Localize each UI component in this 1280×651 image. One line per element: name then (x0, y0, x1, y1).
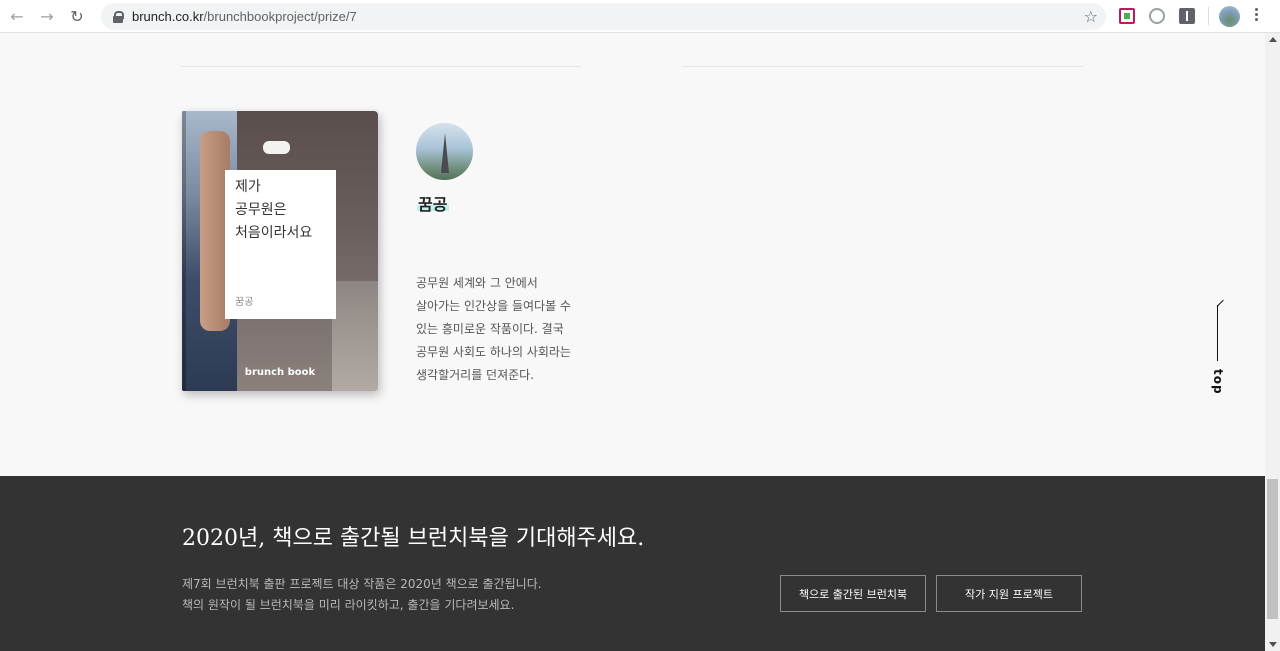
forward-icon[interactable]: → (34, 3, 60, 29)
footer-headline: 2020년, 책으로 출간될 브런치북을 기대해주세요. (182, 526, 645, 551)
top-arrow-icon (1216, 299, 1224, 307)
profile-avatar-icon[interactable] (1219, 6, 1240, 27)
url-path: /brunchbookproject/prize/7 (203, 9, 357, 24)
extension-icon[interactable] (1179, 8, 1195, 24)
footer-description-line: 제7회 브런치북 출판 프로젝트 대상 작품은 2020년 책으로 출간됩니다. (182, 577, 542, 591)
eiffel-tower-icon (441, 133, 449, 173)
url-text[interactable]: brunch.co.kr/brunchbookproject/prize/7 (132, 9, 357, 24)
lock-icon[interactable] (113, 10, 124, 23)
book-description: 공무원 세계와 그 안에서 살아가는 인간상을 들여다볼 수 있는 흥미로운 작… (416, 276, 571, 382)
brunch-book-logo: brunch book (244, 367, 316, 378)
book-title-card: 제가 공무원은 처음이라서요 꿈공 (225, 170, 336, 319)
section-divider (682, 66, 1083, 67)
scroll-down-icon[interactable] (1269, 642, 1277, 647)
extension-icon[interactable] (1149, 8, 1165, 24)
footer-description: 제7회 브런치북 출판 프로젝트 대상 작품은 2020년 책으로 출간됩니다.… (182, 574, 542, 616)
section-divider (181, 66, 581, 67)
footer-description-line: 책의 원작이 될 브런치북을 미리 라이킷하고, 출간을 기다려보세요. (182, 598, 515, 612)
scrollbar-thumb[interactable] (1267, 479, 1278, 619)
browser-menu-icon[interactable] (1255, 8, 1259, 24)
book-title-line: 공무원은 (235, 202, 287, 218)
extension-icon[interactable] (1119, 8, 1135, 24)
toolbar-divider (1208, 7, 1209, 25)
back-icon[interactable]: ← (4, 3, 30, 29)
page-scrollbar[interactable] (1265, 33, 1280, 651)
book-cover[interactable]: 제가 공무원은 처음이라서요 꿈공 brunch book (182, 111, 378, 391)
scroll-to-top-button[interactable]: top (1208, 299, 1228, 398)
reload-icon[interactable]: ↻ (64, 3, 90, 29)
scroll-up-icon[interactable] (1269, 37, 1277, 42)
footer-banner: 2020년, 책으로 출간될 브런치북을 기대해주세요. 제7회 브런치북 출판… (0, 476, 1265, 651)
author-support-button[interactable]: 작가 지원 프로젝트 (936, 575, 1082, 612)
browser-toolbar: ← → ↻ brunch.co.kr/brunchbookproject/pri… (0, 0, 1280, 33)
book-title-line: 처음이라서요 (235, 225, 313, 241)
author-avatar[interactable] (416, 123, 473, 180)
url-domain: brunch.co.kr (132, 9, 204, 24)
top-arrow-line (1217, 305, 1218, 361)
book-spine (182, 111, 186, 391)
bookmark-star-icon[interactable]: ☆ (1084, 7, 1098, 26)
cover-photo-handle (263, 141, 290, 154)
published-books-button[interactable]: 책으로 출간된 브런치북 (780, 575, 926, 612)
author-name[interactable]: 꿈공 (418, 191, 447, 215)
top-label: top (1211, 369, 1225, 395)
book-title-line: 제가 (235, 179, 261, 195)
book-author: 꿈공 (235, 297, 254, 308)
address-bar[interactable]: brunch.co.kr/brunchbookproject/prize/7 ☆ (101, 3, 1106, 30)
